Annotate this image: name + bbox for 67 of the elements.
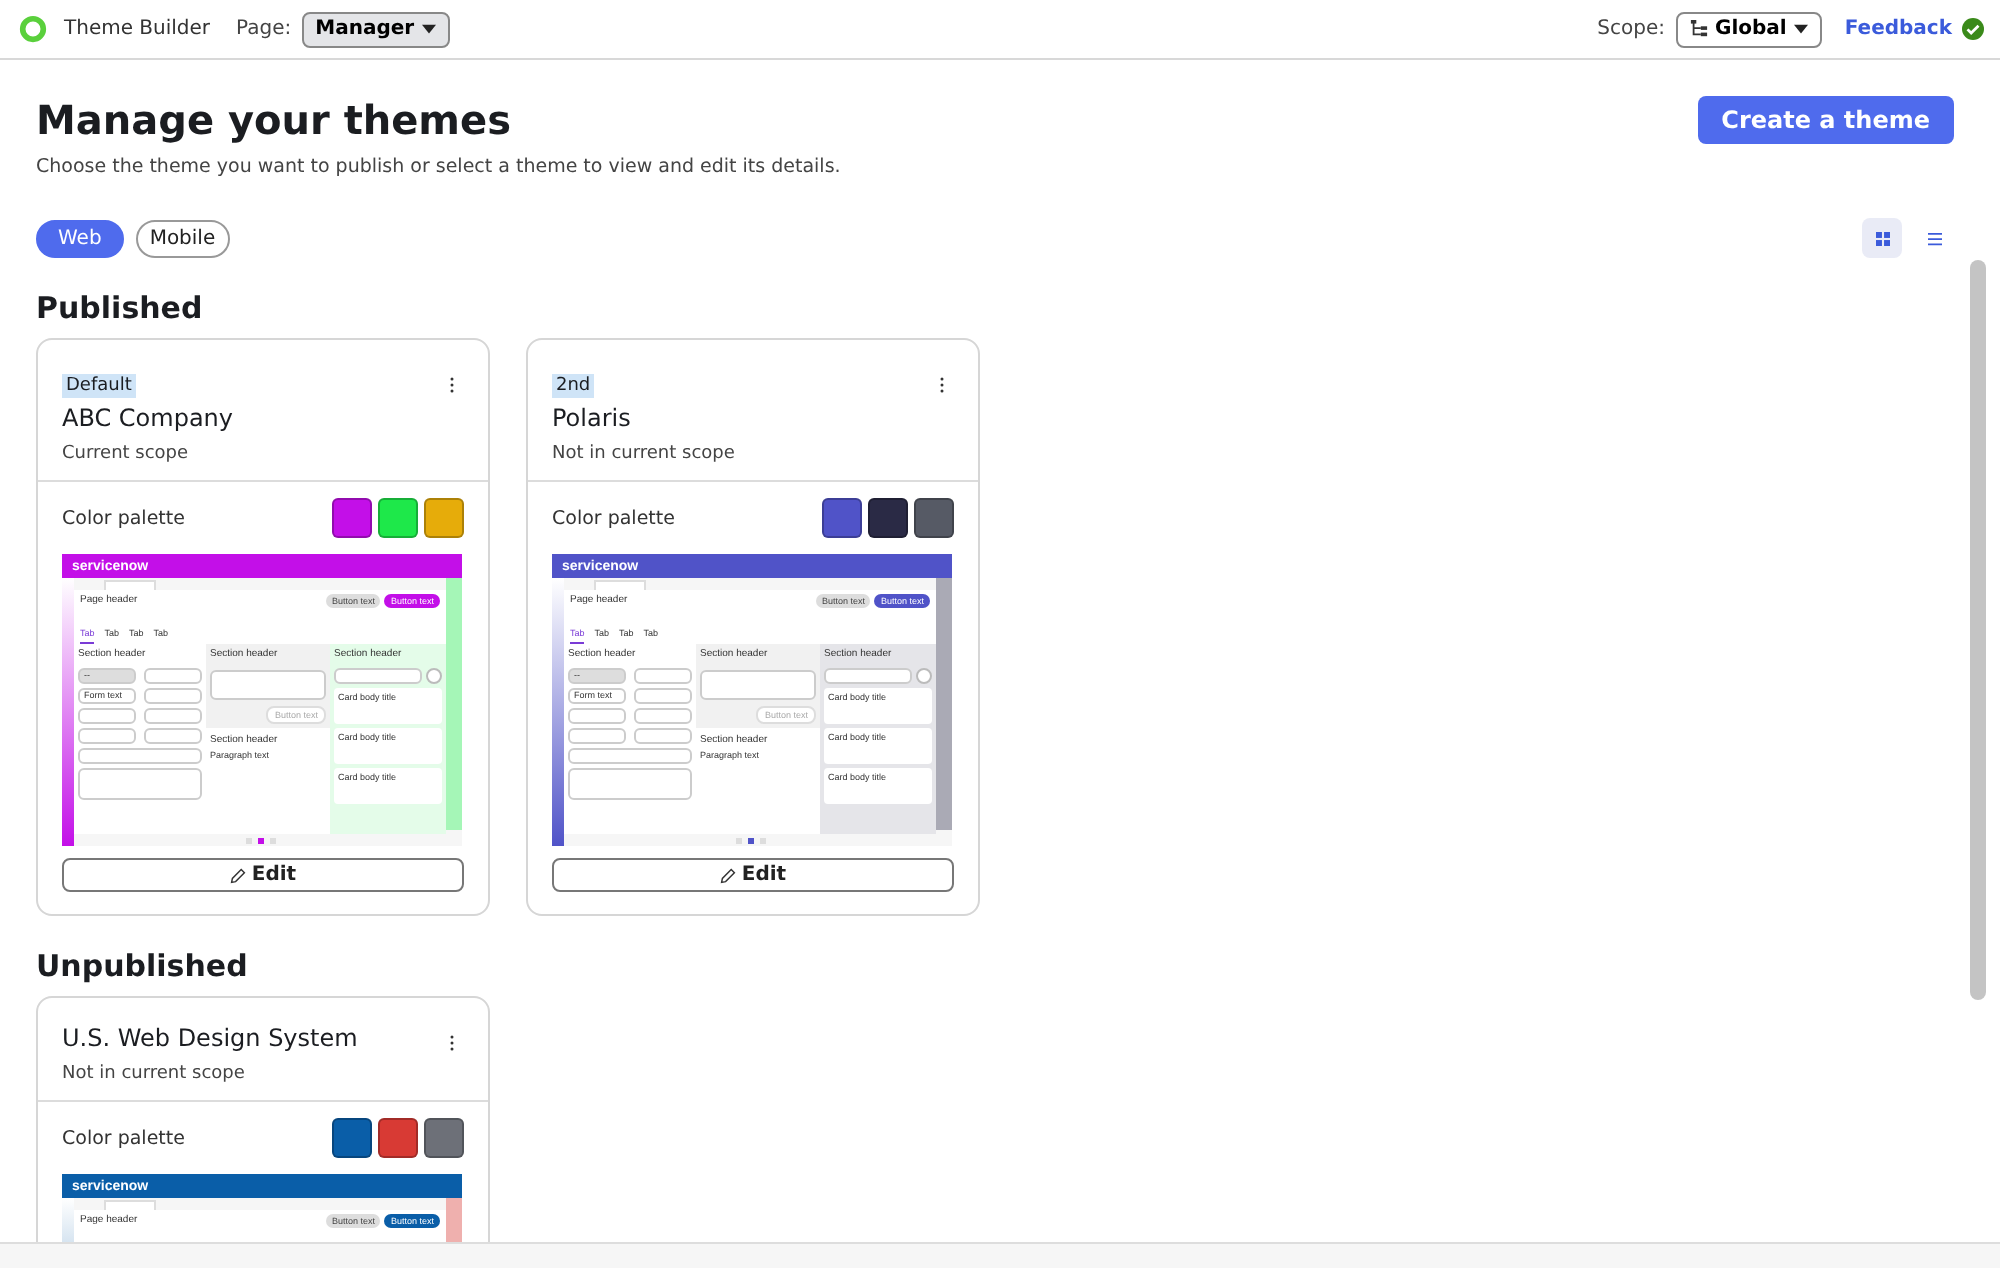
preview-page-tab <box>104 580 156 590</box>
feedback-link[interactable]: Feedback <box>1844 18 1952 40</box>
preview-field <box>634 708 692 724</box>
list-icon <box>1927 231 1941 245</box>
preview-page-tab <box>104 1200 156 1210</box>
edit-button[interactable]: Edit <box>552 858 954 892</box>
check-icon <box>1962 18 1984 40</box>
preview-textarea <box>78 768 202 800</box>
preview-field <box>144 708 202 724</box>
theme-card[interactable] <box>36 338 490 916</box>
logo-icon <box>18 14 48 44</box>
preview-search-icon <box>916 668 932 684</box>
page-subtitle: Choose the theme you want to publish or select a theme to view and edit its details. <box>36 156 841 178</box>
more-options-icon[interactable] <box>448 376 456 394</box>
page-label: Page: <box>236 18 292 40</box>
edit-button[interactable]: Edit <box>62 858 464 892</box>
preview-field <box>144 668 202 684</box>
section-title: Published <box>36 290 205 326</box>
preview-field <box>78 708 136 724</box>
scope-label: Scope: <box>1597 18 1666 40</box>
preview-field <box>78 748 202 764</box>
theme-name: U.S. Web Design System <box>62 1024 360 1052</box>
preview-textarea <box>568 768 692 800</box>
preview-field <box>144 688 202 704</box>
preview-field <box>568 708 626 724</box>
theme-badge: Default <box>62 374 136 398</box>
pencil-icon <box>229 867 246 883</box>
preview-field <box>634 668 692 684</box>
theme-badge: 2nd <box>552 374 595 398</box>
page-title: Manage your themes <box>36 96 513 144</box>
platform-tab[interactable]: Web <box>36 219 124 257</box>
caret-icon <box>1794 24 1809 34</box>
theme-scope: Current scope <box>62 444 191 464</box>
grid-view-button[interactable] <box>1862 218 1902 258</box>
palette-label: Color palette <box>62 507 185 529</box>
app-name: Theme Builder <box>64 18 211 40</box>
section-title: Unpublished <box>36 948 250 984</box>
theme-card[interactable] <box>526 338 980 916</box>
palette-label: Color palette <box>552 507 675 529</box>
more-options-icon[interactable] <box>448 1034 456 1052</box>
preview-page-tab <box>594 580 646 590</box>
theme-name: ABC Company <box>62 404 236 432</box>
preview-field <box>634 728 692 744</box>
preview-field <box>78 728 136 744</box>
preview-search-icon <box>426 668 442 684</box>
theme-scope: Not in current scope <box>62 1064 247 1084</box>
grid-icon <box>1875 231 1889 245</box>
preview-field <box>144 728 202 744</box>
preview-field <box>634 688 692 704</box>
palette-label: Color palette <box>62 1127 185 1149</box>
scope-select[interactable]: Global <box>1675 11 1823 47</box>
pencil-icon <box>719 867 736 883</box>
preview-textarea <box>700 670 816 700</box>
theme-scope: Not in current scope <box>552 444 737 464</box>
preview-textarea <box>210 670 326 700</box>
more-options-icon[interactable] <box>938 376 946 394</box>
create-theme-button[interactable]: Create a theme <box>1697 96 1954 144</box>
horizontal-scrollbar[interactable] <box>0 1242 2000 1268</box>
caret-icon <box>422 24 437 34</box>
platform-tab[interactable]: Mobile <box>135 219 230 257</box>
preview-search-field <box>334 668 422 684</box>
preview-search-field <box>824 668 912 684</box>
theme-name: Polaris <box>552 404 633 432</box>
preview-field <box>568 748 692 764</box>
hierarchy-icon <box>1689 20 1708 38</box>
preview-field <box>568 728 626 744</box>
page-select[interactable]: Manager <box>301 11 451 47</box>
